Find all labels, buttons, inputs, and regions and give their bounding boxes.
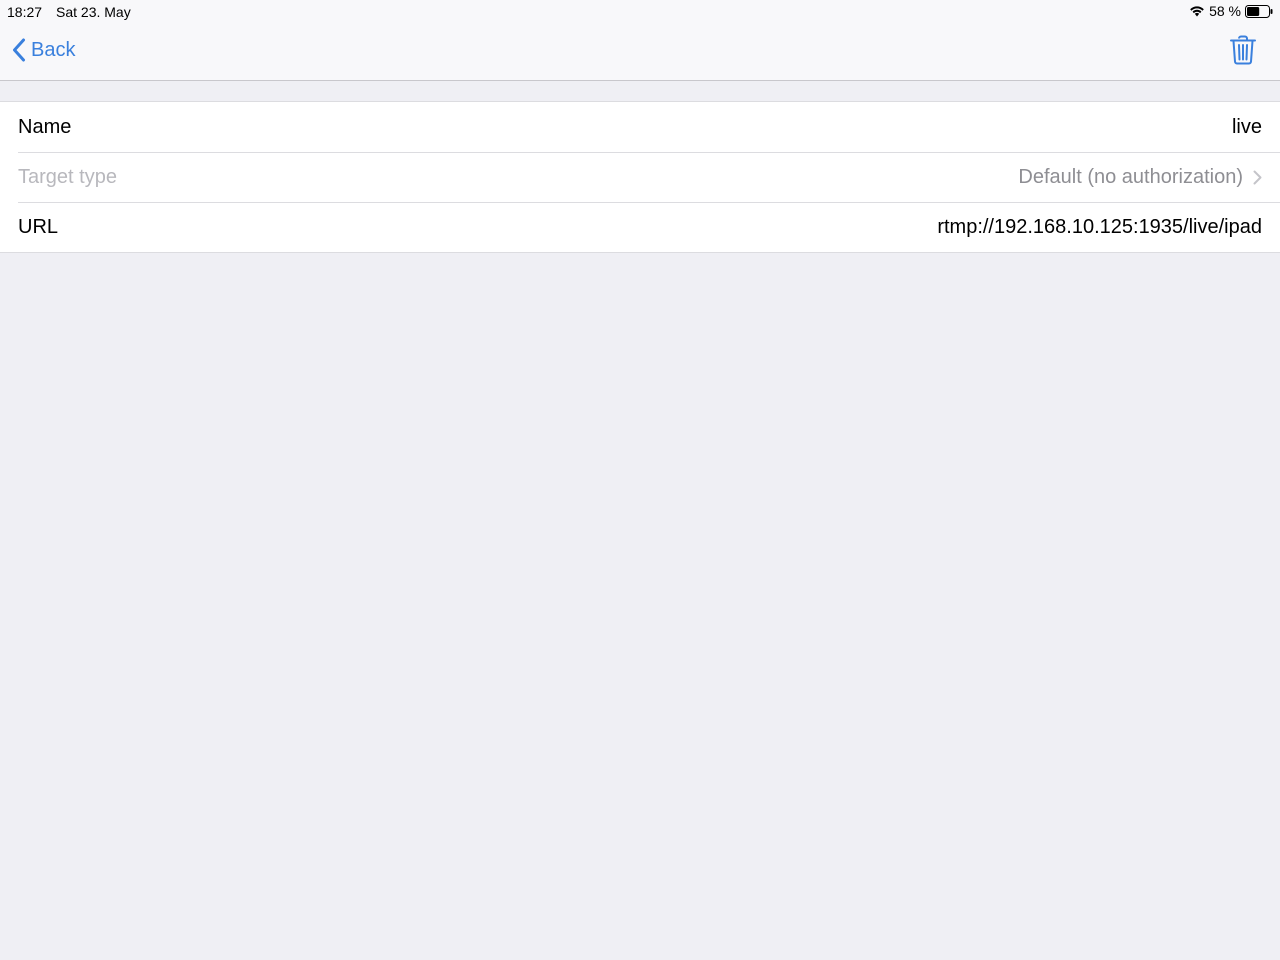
chevron-left-icon <box>12 38 26 62</box>
url-row[interactable]: URL rtmp://192.168.10.125:1935/live/ipad <box>0 202 1280 252</box>
back-label: Back <box>31 38 76 61</box>
url-label: URL <box>18 215 59 238</box>
status-date: Sat 23. May <box>56 4 131 20</box>
delete-button[interactable] <box>1230 35 1256 65</box>
trash-icon <box>1230 35 1256 65</box>
back-button[interactable]: Back <box>12 38 75 62</box>
wifi-icon <box>1189 5 1205 17</box>
target-type-value-group: Default (no authorization) <box>1018 166 1262 189</box>
name-value[interactable]: live <box>1232 116 1262 139</box>
navigation-bar: Back <box>0 24 1280 81</box>
target-type-value: Default (no authorization) <box>1018 165 1243 188</box>
status-time: 18:27 <box>7 4 43 20</box>
name-row[interactable]: Name live <box>0 102 1280 152</box>
chevron-right-icon <box>1253 170 1262 185</box>
status-bar: 18:27 Sat 23. May 58 % <box>0 0 1280 24</box>
status-indicators: 58 % <box>1189 3 1273 19</box>
name-label: Name <box>18 115 72 138</box>
settings-table: Name live Target type Default (no author… <box>0 101 1280 253</box>
battery-icon <box>1245 4 1273 18</box>
url-value[interactable]: rtmp://192.168.10.125:1935/live/ipad <box>937 216 1262 239</box>
battery-percent: 58 % <box>1209 3 1241 19</box>
target-type-row[interactable]: Target type Default (no authorization) <box>0 152 1280 202</box>
target-type-label: Target type <box>18 165 117 188</box>
